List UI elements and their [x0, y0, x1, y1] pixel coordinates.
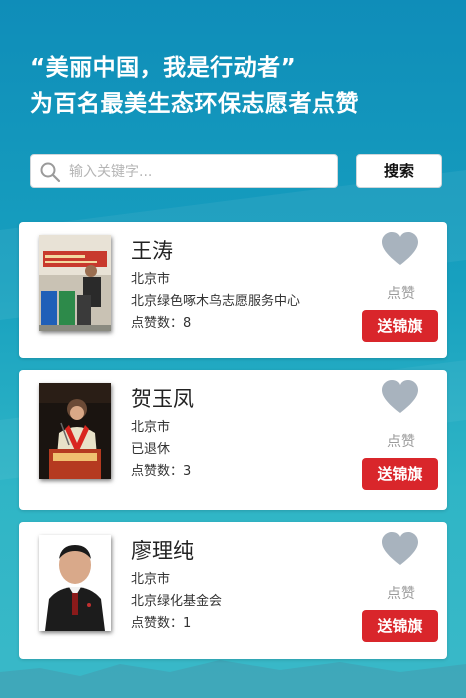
send-banner-button[interactable]: 送锦旗 [362, 610, 438, 642]
volunteer-card: 廖理纯 北京市 北京绿化基金会 点赞数：1 点赞 送锦旗 [19, 522, 447, 659]
headline-line-1: “美丽中国，我是行动者” [30, 55, 297, 81]
volunteer-name: 廖理纯 [131, 539, 194, 563]
volunteer-organization: 已退休 [131, 442, 171, 457]
volunteer-like-count: 点赞数：8 [131, 316, 192, 331]
heart-icon[interactable] [381, 532, 419, 566]
volunteer-photo [39, 383, 111, 479]
volunteer-card: 王涛 北京市 北京绿色啄木鸟志愿服务中心 点赞数：8 点赞 送锦旗 [19, 222, 447, 358]
like-label[interactable]: 点赞 [387, 283, 415, 303]
volunteer-city: 北京市 [131, 572, 171, 587]
heart-icon[interactable] [381, 380, 419, 414]
search-button[interactable]: 搜索 [356, 154, 442, 188]
heart-icon[interactable] [381, 232, 419, 266]
search-icon [40, 162, 61, 183]
like-label[interactable]: 点赞 [387, 583, 415, 603]
volunteer-city: 北京市 [131, 272, 171, 287]
volunteer-name: 王涛 [131, 239, 173, 263]
volunteer-like-count: 点赞数：1 [131, 616, 192, 631]
like-label[interactable]: 点赞 [387, 431, 415, 451]
volunteer-card: 贺玉凤 北京市 已退休 点赞数：3 点赞 送锦旗 [19, 370, 447, 510]
volunteer-organization: 北京绿化基金会 [131, 594, 223, 609]
volunteer-like-count: 点赞数：3 [131, 464, 192, 479]
volunteer-city: 北京市 [131, 420, 171, 435]
send-banner-button[interactable]: 送锦旗 [362, 310, 438, 342]
search-input[interactable] [67, 159, 331, 185]
headline: “美丽中国，我是行动者” 为百名最美生态环保志愿者点赞 [30, 50, 359, 122]
headline-line-2: 为百名最美生态环保志愿者点赞 [30, 91, 359, 117]
volunteer-organization: 北京绿色啄木鸟志愿服务中心 [131, 294, 301, 309]
volunteer-name: 贺玉凤 [131, 387, 194, 411]
volunteer-photo [39, 535, 111, 631]
search-box[interactable] [30, 154, 338, 188]
volunteer-photo [39, 235, 111, 331]
send-banner-button[interactable]: 送锦旗 [362, 458, 438, 490]
